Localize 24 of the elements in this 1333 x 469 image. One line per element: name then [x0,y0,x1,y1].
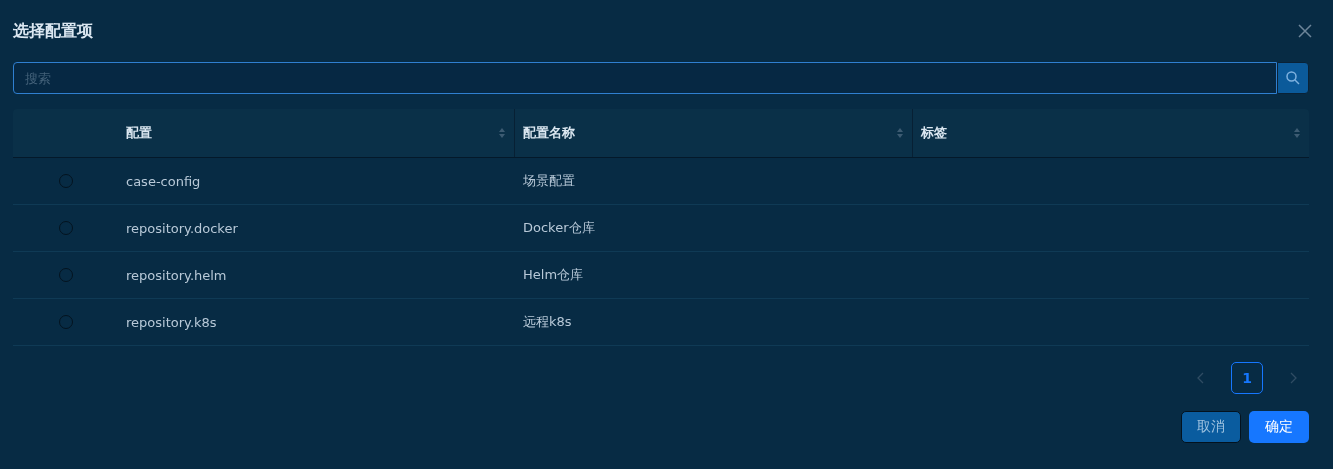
column-header[interactable]: 配置 [118,109,515,157]
search-icon [1285,70,1301,86]
cancel-button[interactable]: 取消 [1181,411,1241,443]
table-cell: Helm仓库 [523,266,584,284]
search-button[interactable] [1277,62,1309,94]
sort-icon[interactable] [895,127,904,139]
table-cell: Docker仓库 [523,219,595,237]
previous-page-icon[interactable] [1197,372,1205,384]
next-page-icon[interactable] [1289,372,1297,384]
table-cell: 远程k8s [523,313,572,331]
table-cell: 场景配置 [523,172,575,190]
column-header[interactable]: 配置名称 [514,109,912,157]
confirm-button[interactable]: 确定 [1249,411,1309,443]
table-cell: repository.k8s [126,314,217,330]
sort-icon[interactable] [1293,127,1301,139]
search-field[interactable]: 搜索 [13,62,1277,94]
table-cell: case-config [126,173,201,189]
sort-icon[interactable] [498,127,507,139]
table-cell: repository.helm [126,267,227,283]
column-header[interactable]: 标签 [911,109,1309,157]
page-button[interactable]: 1 [1231,362,1263,394]
close-icon[interactable] [1298,24,1312,38]
dialog-title: 选择配置项 [13,20,93,42]
table-cell: repository.docker [126,220,238,236]
